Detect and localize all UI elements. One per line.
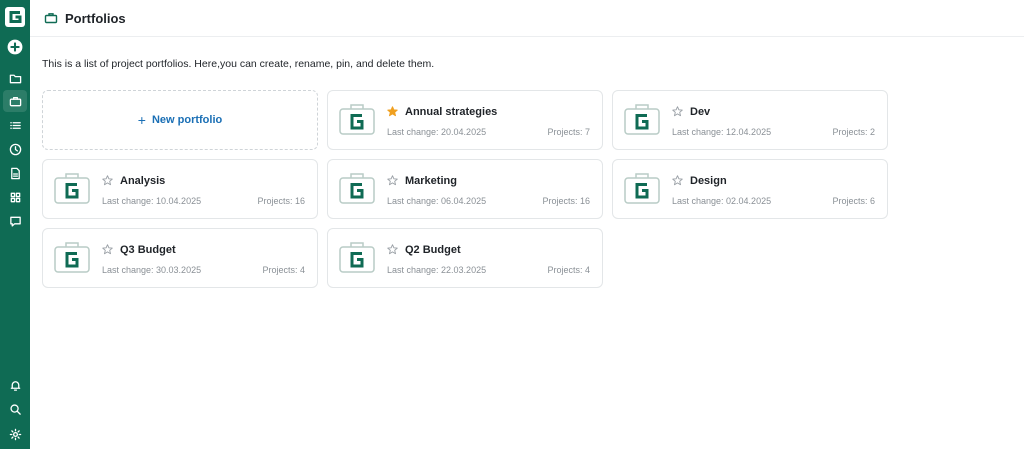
- portfolio-name: Dev: [690, 106, 711, 118]
- portfolio-card[interactable]: Annual strategies Last change: 20.04.202…: [327, 90, 603, 150]
- bell-icon: [10, 380, 20, 391]
- portfolio-briefcase-icon: [624, 104, 660, 135]
- search-icon: [9, 403, 21, 415]
- portfolio-briefcase-icon: [339, 104, 375, 135]
- portfolio-card[interactable]: Dev Last change: 12.04.2025 Projects: 2: [612, 90, 888, 150]
- page-header: Portfolios: [30, 0, 1024, 37]
- portfolio-last-change: Last change: 12.04.2025: [672, 127, 772, 137]
- portfolio-project-count: Projects: 2: [832, 127, 875, 137]
- plus-circle-icon: [7, 39, 23, 55]
- chat-icon: [9, 216, 21, 227]
- portfolio-name: Marketing: [405, 175, 457, 187]
- briefcase-icon: [9, 96, 21, 106]
- pin-star-icon[interactable]: [387, 244, 398, 255]
- document-icon: [10, 167, 20, 179]
- portfolio-name: Design: [690, 175, 727, 187]
- portfolio-card[interactable]: Design Last change: 02.04.2025 Projects:…: [612, 159, 888, 219]
- portfolio-last-change: Last change: 30.03.2025: [102, 265, 202, 275]
- sidebar-item-apps[interactable]: [3, 186, 27, 208]
- pin-star-icon[interactable]: [387, 175, 398, 186]
- portfolio-name: Annual strategies: [405, 106, 498, 118]
- pin-star-icon[interactable]: [102, 175, 113, 186]
- settings-button[interactable]: [3, 423, 27, 445]
- portfolio-briefcase-icon: [339, 173, 375, 204]
- portfolio-project-count: Projects: 6: [832, 196, 875, 206]
- portfolio-briefcase-icon: [624, 173, 660, 204]
- sidebar: [0, 0, 30, 449]
- sidebar-item-messages[interactable]: [3, 210, 27, 232]
- portfolio-briefcase-icon: [54, 242, 90, 273]
- sidebar-item-portfolios[interactable]: [3, 90, 27, 112]
- list-icon: [9, 121, 21, 129]
- portfolio-briefcase-icon: [54, 173, 90, 204]
- portfolio-card[interactable]: Analysis Last change: 10.04.2025 Project…: [42, 159, 318, 219]
- portfolio-last-change: Last change: 22.03.2025: [387, 265, 487, 275]
- pin-star-icon[interactable]: [672, 175, 683, 186]
- pin-star-icon[interactable]: [672, 106, 683, 117]
- portfolio-card[interactable]: Marketing Last change: 06.04.2025 Projec…: [327, 159, 603, 219]
- portfolio-project-count: Projects: 16: [257, 196, 305, 206]
- sidebar-item-projects[interactable]: [3, 67, 27, 89]
- portfolio-last-change: Last change: 10.04.2025: [102, 196, 202, 206]
- page-description: This is a list of project portfolios. He…: [42, 58, 435, 70]
- folder-icon: [9, 74, 21, 83]
- portfolio-name: Q3 Budget: [120, 244, 176, 256]
- apps-grid-icon: [10, 192, 20, 202]
- portfolio-briefcase-icon: [339, 242, 375, 273]
- sidebar-item-time[interactable]: [3, 138, 27, 160]
- portfolio-last-change: Last change: 20.04.2025: [387, 127, 487, 137]
- portfolio-card[interactable]: Q2 Budget Last change: 22.03.2025 Projec…: [327, 228, 603, 288]
- new-portfolio-label: New portfolio: [151, 114, 223, 126]
- portfolio-name: Q2 Budget: [405, 244, 461, 256]
- portfolio-last-change: Last change: 06.04.2025: [387, 196, 487, 206]
- portfolio-project-count: Projects: 16: [542, 196, 590, 206]
- briefcase-icon: [44, 13, 58, 24]
- portfolio-project-count: Projects: 4: [547, 265, 590, 275]
- portfolio-card[interactable]: Q3 Budget Last change: 30.03.2025 Projec…: [42, 228, 318, 288]
- new-portfolio-button[interactable]: + New portfolio: [42, 90, 318, 150]
- sidebar-item-tasks[interactable]: [3, 114, 27, 136]
- plus-icon: +: [137, 112, 146, 128]
- portfolio-project-count: Projects: 4: [262, 265, 305, 275]
- page-title: Portfolios: [65, 10, 126, 26]
- clock-icon: [9, 143, 21, 155]
- notifications-button[interactable]: [3, 374, 27, 396]
- portfolio-last-change: Last change: 02.04.2025: [672, 196, 772, 206]
- portfolio-name: Analysis: [120, 175, 166, 187]
- gear-icon: [9, 428, 21, 440]
- create-button[interactable]: [3, 36, 27, 58]
- portfolio-project-count: Projects: 7: [547, 127, 590, 137]
- sidebar-item-documents[interactable]: [3, 162, 27, 184]
- search-button[interactable]: [3, 398, 27, 420]
- pin-star-icon[interactable]: [387, 106, 398, 117]
- app-logo-g-icon[interactable]: [5, 7, 25, 27]
- pin-star-icon[interactable]: [102, 244, 113, 255]
- app-root: Portfolios This is a list of project por…: [0, 0, 1024, 449]
